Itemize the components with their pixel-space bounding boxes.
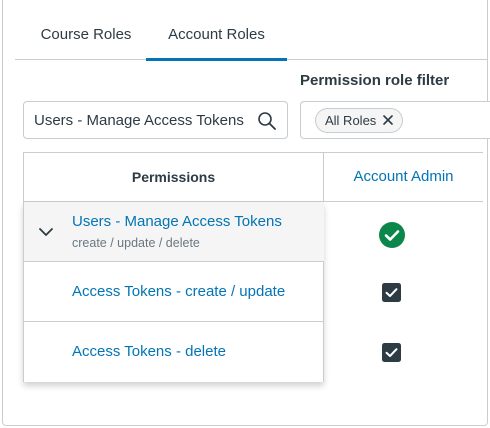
search-input[interactable] xyxy=(34,102,252,138)
permission-role-filter-label: Permission role filter xyxy=(300,72,450,89)
tab-account-roles[interactable]: Account Roles xyxy=(146,17,287,61)
role-column-header[interactable]: Account Admin xyxy=(324,152,483,202)
permission-cell xyxy=(324,202,483,262)
chevron-down-icon[interactable] xyxy=(38,224,54,240)
permission-cell xyxy=(324,322,483,382)
table-header-row: Permissions Account Admin xyxy=(23,152,483,202)
close-icon[interactable] xyxy=(382,114,394,126)
role-filter-select[interactable]: All Roles xyxy=(300,101,490,139)
role-tag-label: All Roles xyxy=(325,113,377,128)
permissions-column: Users - Manage Access Tokens create / up… xyxy=(23,202,324,382)
tab-course-roles[interactable]: Course Roles xyxy=(23,17,149,59)
permission-group-link[interactable]: Users - Manage Access Tokens xyxy=(72,213,282,230)
check-circle-icon[interactable] xyxy=(379,222,405,248)
checkbox-checked-icon[interactable] xyxy=(382,343,401,362)
checkbox-checked-icon[interactable] xyxy=(382,283,401,302)
role-tag[interactable]: All Roles xyxy=(315,108,404,133)
permissions-column-header: Permissions xyxy=(23,152,324,202)
table-row: Users - Manage Access Tokens create / up… xyxy=(24,202,324,262)
permission-link[interactable]: Access Tokens - delete xyxy=(72,343,226,360)
permission-group-subtitle: create / update / delete xyxy=(72,236,200,250)
permission-cell xyxy=(324,262,483,322)
permission-link[interactable]: Access Tokens - create / update xyxy=(72,283,285,300)
permission-search-box[interactable] xyxy=(23,101,288,139)
table-row: Access Tokens - create / update xyxy=(24,262,324,322)
search-icon[interactable] xyxy=(257,111,277,131)
table-row: Access Tokens - delete xyxy=(24,322,324,382)
role-tabs: Course Roles Account Roles xyxy=(15,17,487,61)
